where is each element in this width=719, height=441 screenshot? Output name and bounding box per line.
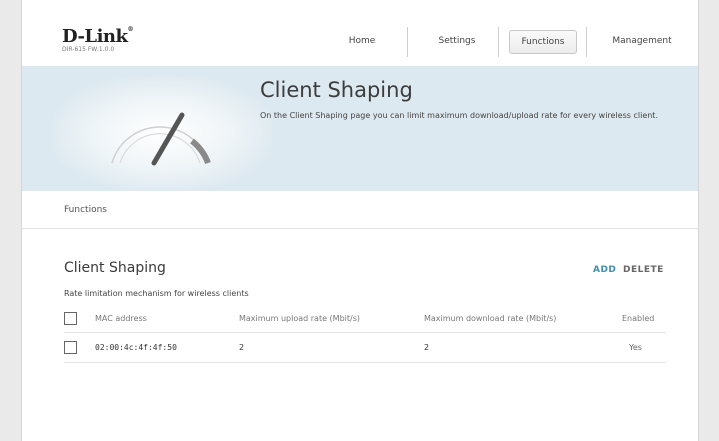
client-shaping-table: MAC address Maximum upload rate (Mbit/s)… (64, 305, 666, 363)
nav-divider (407, 27, 408, 57)
nav-management[interactable]: Management (597, 24, 687, 58)
col-download-rate: Maximum download rate (Mbit/s) (424, 314, 557, 323)
select-all-checkbox[interactable] (64, 312, 77, 325)
row-checkbox[interactable] (64, 341, 77, 354)
nav-divider (498, 27, 499, 57)
nav-functions[interactable]: Functions (509, 30, 577, 54)
col-mac-address: MAC address (95, 314, 147, 323)
speedometer-icon (111, 112, 211, 166)
breadcrumb: Functions (22, 191, 698, 229)
page-title: Client Shaping (260, 78, 413, 102)
page-frame: D-Link® DIR-615 FW:1.0.0 Home Settings F… (21, 0, 699, 441)
logo-text: D-Link (62, 26, 128, 47)
section-subtitle: Rate limitation mechanism for wireless c… (64, 289, 249, 298)
top-nav: Home Settings Functions Management (312, 24, 698, 60)
cell-download-rate: 2 (424, 343, 430, 352)
nav-divider (586, 27, 587, 57)
cell-mac-address: 02:00:4c:4f:4f:50 (95, 343, 177, 352)
nav-home[interactable]: Home (322, 24, 402, 58)
col-enabled: Enabled (622, 314, 655, 323)
page-description: On the Client Shaping page you can limit… (260, 111, 658, 120)
delete-button[interactable]: DELETE (623, 265, 664, 275)
dlink-logo[interactable]: D-Link® (62, 26, 133, 47)
nav-settings[interactable]: Settings (417, 24, 497, 58)
firmware-label: DIR-615 FW:1.0.0 (62, 46, 205, 53)
table-row[interactable]: 02:00:4c:4f:4f:50 2 2 Yes (64, 333, 666, 363)
add-button[interactable]: ADD (593, 265, 616, 275)
page-banner: Client Shaping On the Client Shaping pag… (22, 66, 698, 191)
breadcrumb-functions[interactable]: Functions (64, 205, 107, 215)
section-title: Client Shaping (64, 260, 166, 276)
cell-upload-rate: 2 (239, 343, 245, 352)
table-header-row: MAC address Maximum upload rate (Mbit/s)… (64, 305, 666, 333)
col-upload-rate: Maximum upload rate (Mbit/s) (239, 314, 360, 323)
cell-enabled: Yes (629, 343, 642, 352)
